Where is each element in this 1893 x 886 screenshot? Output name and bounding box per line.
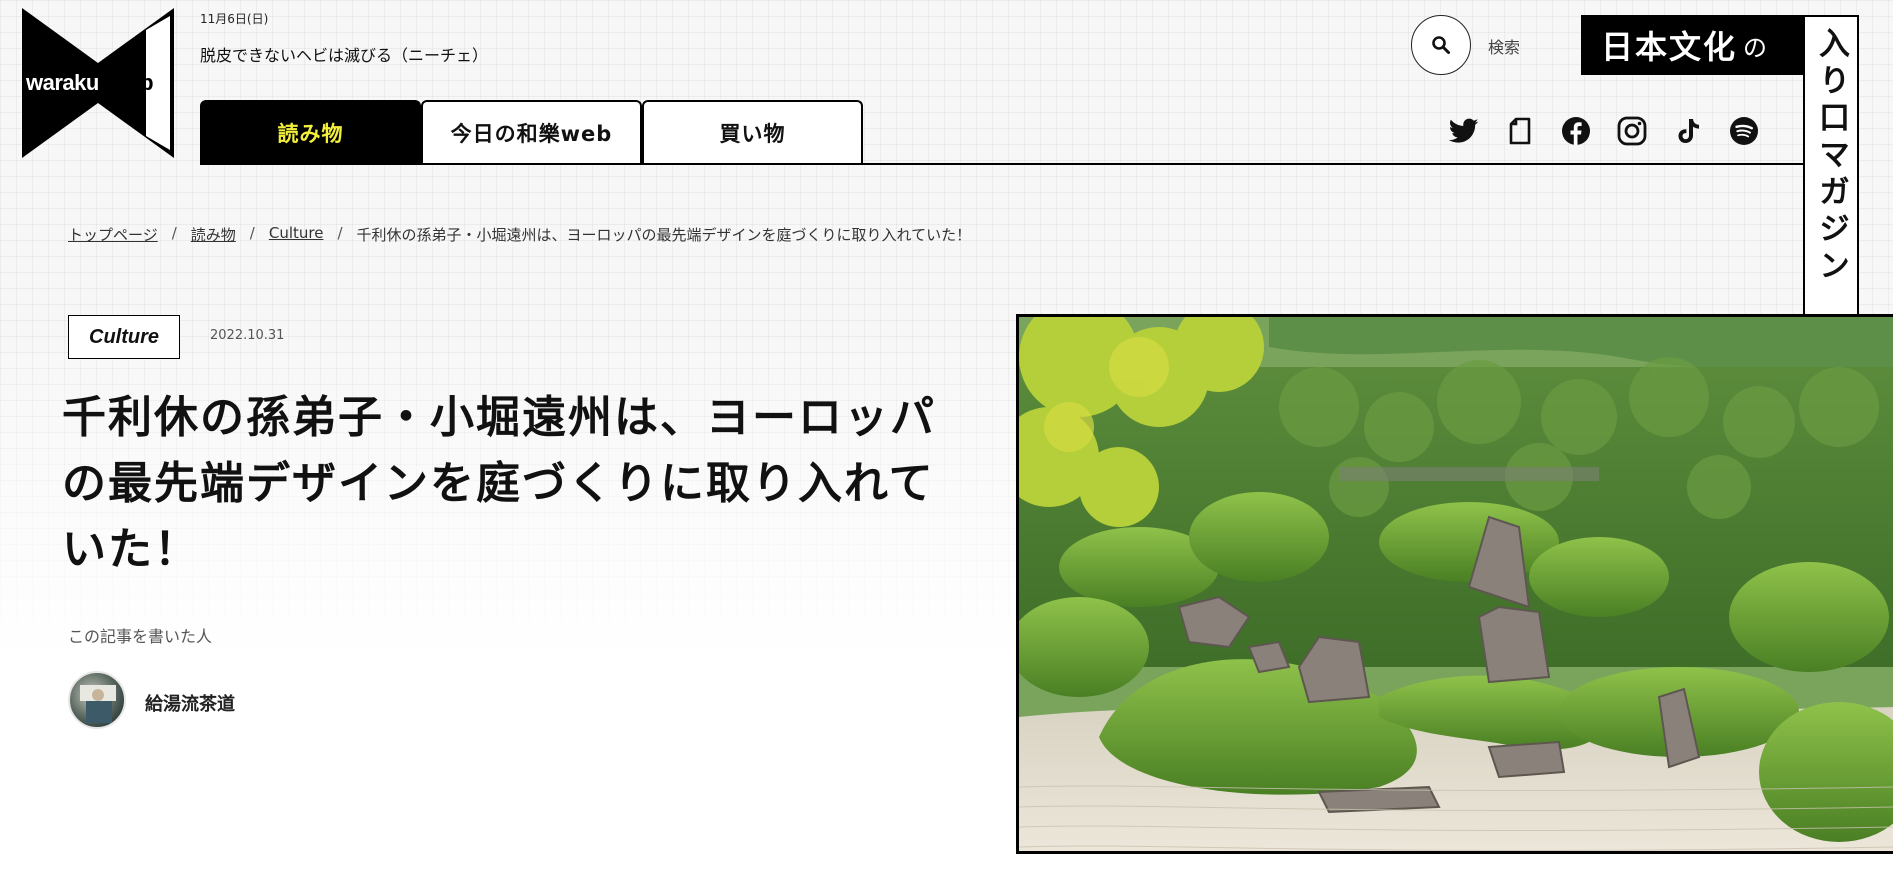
breadcrumb-current: 千利休の孫弟子・小堀遠州は、ヨーロッパの最先端デザインを庭づくりに取り入れていた…	[356, 226, 972, 244]
tab-divider	[200, 163, 1810, 165]
article-title: 千利休の孫弟子・小堀遠州は、ヨーロッパの最先端デザインを庭づくりに取り入れていた…	[62, 392, 936, 575]
hero-image	[1016, 314, 1893, 854]
current-date: 11月6日(日)	[200, 12, 269, 26]
category-badge[interactable]: Culture	[68, 315, 180, 359]
note-icon[interactable]	[1504, 115, 1536, 147]
article-date: 2022.10.31	[210, 328, 285, 343]
tiktok-icon[interactable]	[1672, 115, 1704, 147]
tagline-horizontal: 日本文化の	[1581, 15, 1803, 75]
tab-today-waraku[interactable]: 今日の和樂web	[421, 100, 642, 164]
tab-shopping[interactable]: 買い物	[642, 100, 863, 164]
logo-wordmark: warakuuweb	[26, 70, 154, 95]
spotify-icon[interactable]	[1728, 115, 1760, 147]
author-avatar[interactable]	[68, 671, 126, 729]
instagram-icon[interactable]	[1616, 115, 1648, 147]
tagline-vertical: 入り口マガジン	[1803, 15, 1859, 320]
breadcrumb-separator: /	[249, 224, 255, 242]
search-label[interactable]: 検索	[1488, 34, 1520, 58]
tab-yomimono[interactable]: 読み物	[200, 100, 421, 164]
main-tabs: 読み物 今日の和樂web 買い物	[200, 100, 863, 164]
search-icon	[1432, 36, 1450, 54]
breadcrumb-yomimono[interactable]: 読み物	[191, 224, 236, 245]
site-logo[interactable]: warakuuweb	[22, 8, 174, 158]
byline-label: この記事を書いた人	[68, 627, 213, 646]
facebook-icon[interactable]	[1560, 115, 1592, 147]
daily-quote: 脱皮できないヘビは滅びる（ニーチェ）	[200, 46, 489, 65]
author-name[interactable]: 給湯流茶道	[145, 690, 235, 716]
breadcrumb-culture[interactable]: Culture	[269, 224, 324, 245]
breadcrumb-top[interactable]: トップページ	[68, 224, 158, 245]
breadcrumb-separator: /	[171, 224, 177, 242]
search-button[interactable]	[1411, 15, 1471, 75]
breadcrumb-separator: /	[337, 224, 343, 242]
breadcrumb: トップページ / 読み物 / Culture / 千利休の孫弟子・小堀遠州は、ヨ…	[68, 224, 971, 245]
twitter-icon[interactable]	[1448, 115, 1480, 147]
